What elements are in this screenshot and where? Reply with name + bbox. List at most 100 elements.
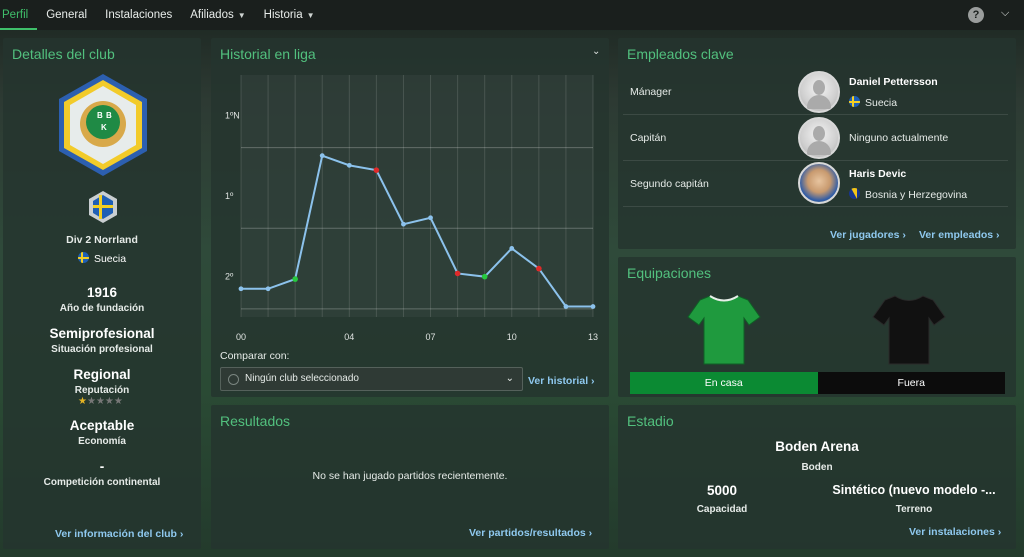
x-tick-label: 13: [588, 332, 598, 342]
chevron-down-icon[interactable]: ⌵: [1001, 7, 1009, 20]
kit-away-tab[interactable]: Fuera: [817, 372, 1005, 394]
facilities-link[interactable]: Ver instalaciones ›: [909, 526, 1001, 538]
sweden-flag-icon: [77, 252, 89, 263]
star-empty-icon: ★: [104, 396, 114, 407]
kit-selector: En casa Fuera: [630, 372, 1005, 394]
chevron-right-icon: ›: [179, 528, 184, 540]
players-link-label: Ver jugadores: [830, 229, 900, 241]
league-position-point: [373, 167, 380, 173]
manager-nation-label: Suecia: [865, 97, 898, 109]
results-link[interactable]: Ver partidos/resultados ›: [469, 527, 592, 539]
tab-afiliados-label: Afiliados: [190, 9, 234, 21]
staff-link-label: Ver empleados: [919, 229, 994, 241]
league-position-point: [536, 265, 542, 272]
home-kit-shirt[interactable]: [686, 293, 762, 367]
chevron-right-icon: ›: [997, 526, 1002, 538]
x-tick-label: 00: [236, 332, 246, 342]
reputation-stars: ★★★★★: [78, 396, 123, 407]
staff-link[interactable]: Ver empleados ›: [919, 229, 1000, 241]
compare-club-select[interactable]: Ningún club seleccionado ⌄: [220, 367, 523, 391]
status-value: Semiprofesional: [49, 326, 155, 341]
stadium-title: Estadio: [627, 413, 674, 429]
vice-captain-nation-label: Bosnia y Herzegovina: [865, 189, 968, 201]
svg-text:B: B: [106, 111, 112, 120]
chevron-right-icon: ›: [996, 229, 1000, 241]
staff-role-manager: Mánager: [630, 86, 672, 98]
club-info-link[interactable]: Ver información del club ›: [55, 528, 183, 540]
manager-name[interactable]: Daniel Pettersson: [849, 76, 938, 88]
chevron-right-icon: ›: [902, 229, 906, 241]
vice-captain-name[interactable]: Haris Devic: [849, 168, 906, 180]
reputation-label: Reputación: [74, 385, 130, 396]
league-position-point: [509, 246, 515, 251]
club-country: Suecia: [3, 252, 201, 265]
continental-value: -: [99, 459, 105, 474]
players-link[interactable]: Ver jugadores ›: [830, 229, 906, 241]
status-label: Situación profesional: [51, 344, 153, 355]
club-info-link-label: Ver información del club: [55, 528, 177, 540]
help-icon[interactable]: ?: [968, 7, 984, 23]
vice-captain-nation: Bosnia y Herzegovina: [849, 188, 967, 201]
stadium-surface-label: Terreno: [895, 504, 933, 515]
x-tick-label: 04: [344, 332, 354, 342]
club-details-title: Detalles del club: [12, 46, 115, 62]
away-kit-shirt[interactable]: [871, 293, 947, 367]
results-title: Resultados: [220, 413, 291, 429]
league-position-point: [238, 286, 244, 292]
tab-perfil[interactable]: Perfil: [0, 0, 38, 30]
continental-label: Competición continental: [43, 477, 161, 488]
club-logo: B B K: [59, 74, 147, 176]
league-history-chart: 1ºN 1º 2º 00 04 07 10 13: [225, 75, 598, 342]
tab-historia-label: Historia: [263, 9, 303, 21]
division-name[interactable]: Div 2 Norrland: [3, 234, 201, 246]
star-empty-icon: ★: [95, 396, 105, 407]
league-position-point: [319, 153, 325, 159]
kits-title: Equipaciones: [627, 265, 712, 281]
star-empty-icon: ★: [86, 396, 96, 407]
svg-text:K: K: [101, 123, 107, 132]
svg-text:B: B: [97, 111, 103, 120]
tab-afiliados[interactable]: Afiliados ▼: [181, 0, 254, 30]
divider: [623, 114, 1008, 115]
tab-instalaciones[interactable]: Instalaciones: [96, 0, 181, 30]
star-filled-icon: ★: [78, 396, 87, 407]
league-position-point: [563, 304, 569, 309]
league-position-point: [590, 304, 596, 309]
y-tick-label: 1ºN: [225, 110, 240, 120]
captain-avatar: [798, 117, 840, 159]
stadium-name: Boden Arena: [775, 439, 859, 454]
divider: [623, 160, 1008, 161]
x-tick-label: 10: [507, 332, 517, 342]
history-link[interactable]: Ver historial ›: [528, 375, 595, 387]
compare-club-value: Ningún club seleccionado: [245, 373, 359, 384]
captain-name: Ninguno actualmente: [849, 132, 949, 144]
tab-historia[interactable]: Historia ▼: [255, 0, 324, 30]
club-country-label: Suecia: [93, 253, 127, 265]
vice-captain-avatar[interactable]: [798, 162, 840, 204]
chevron-down-icon: ⌄: [505, 373, 514, 384]
staff-role-vice-captain: Segundo capitán: [630, 178, 709, 190]
founded-label: Año de fundación: [59, 303, 145, 314]
founded-value: 1916: [86, 285, 118, 300]
compare-label: Comparar con:: [220, 350, 290, 362]
facilities-link-label: Ver instalaciones: [909, 526, 995, 538]
chevron-down-icon: ▼: [306, 11, 315, 20]
bosnia-flag-icon: [849, 188, 860, 199]
league-position-point: [401, 221, 406, 227]
sweden-flag-icon: [849, 96, 860, 107]
manager-avatar[interactable]: [798, 71, 840, 113]
league-position-point: [481, 273, 488, 280]
chevron-right-icon: ›: [591, 375, 595, 387]
tab-general[interactable]: General: [37, 0, 96, 30]
y-tick-label: 2º: [225, 272, 234, 282]
economy-value: Aceptable: [69, 418, 135, 433]
league-position-point: [292, 276, 298, 282]
kit-home-tab[interactable]: En casa: [630, 372, 818, 394]
chevron-down-icon[interactable]: ⌄: [592, 46, 600, 57]
reputation-value: Regional: [73, 367, 131, 382]
league-logo: [89, 191, 117, 223]
league-position-point: [346, 162, 352, 168]
top-navigation: Perfil General Instalaciones Afiliados ▼ …: [0, 0, 1024, 30]
league-position-point: [428, 215, 433, 221]
stadium-city: Boden: [801, 462, 833, 473]
